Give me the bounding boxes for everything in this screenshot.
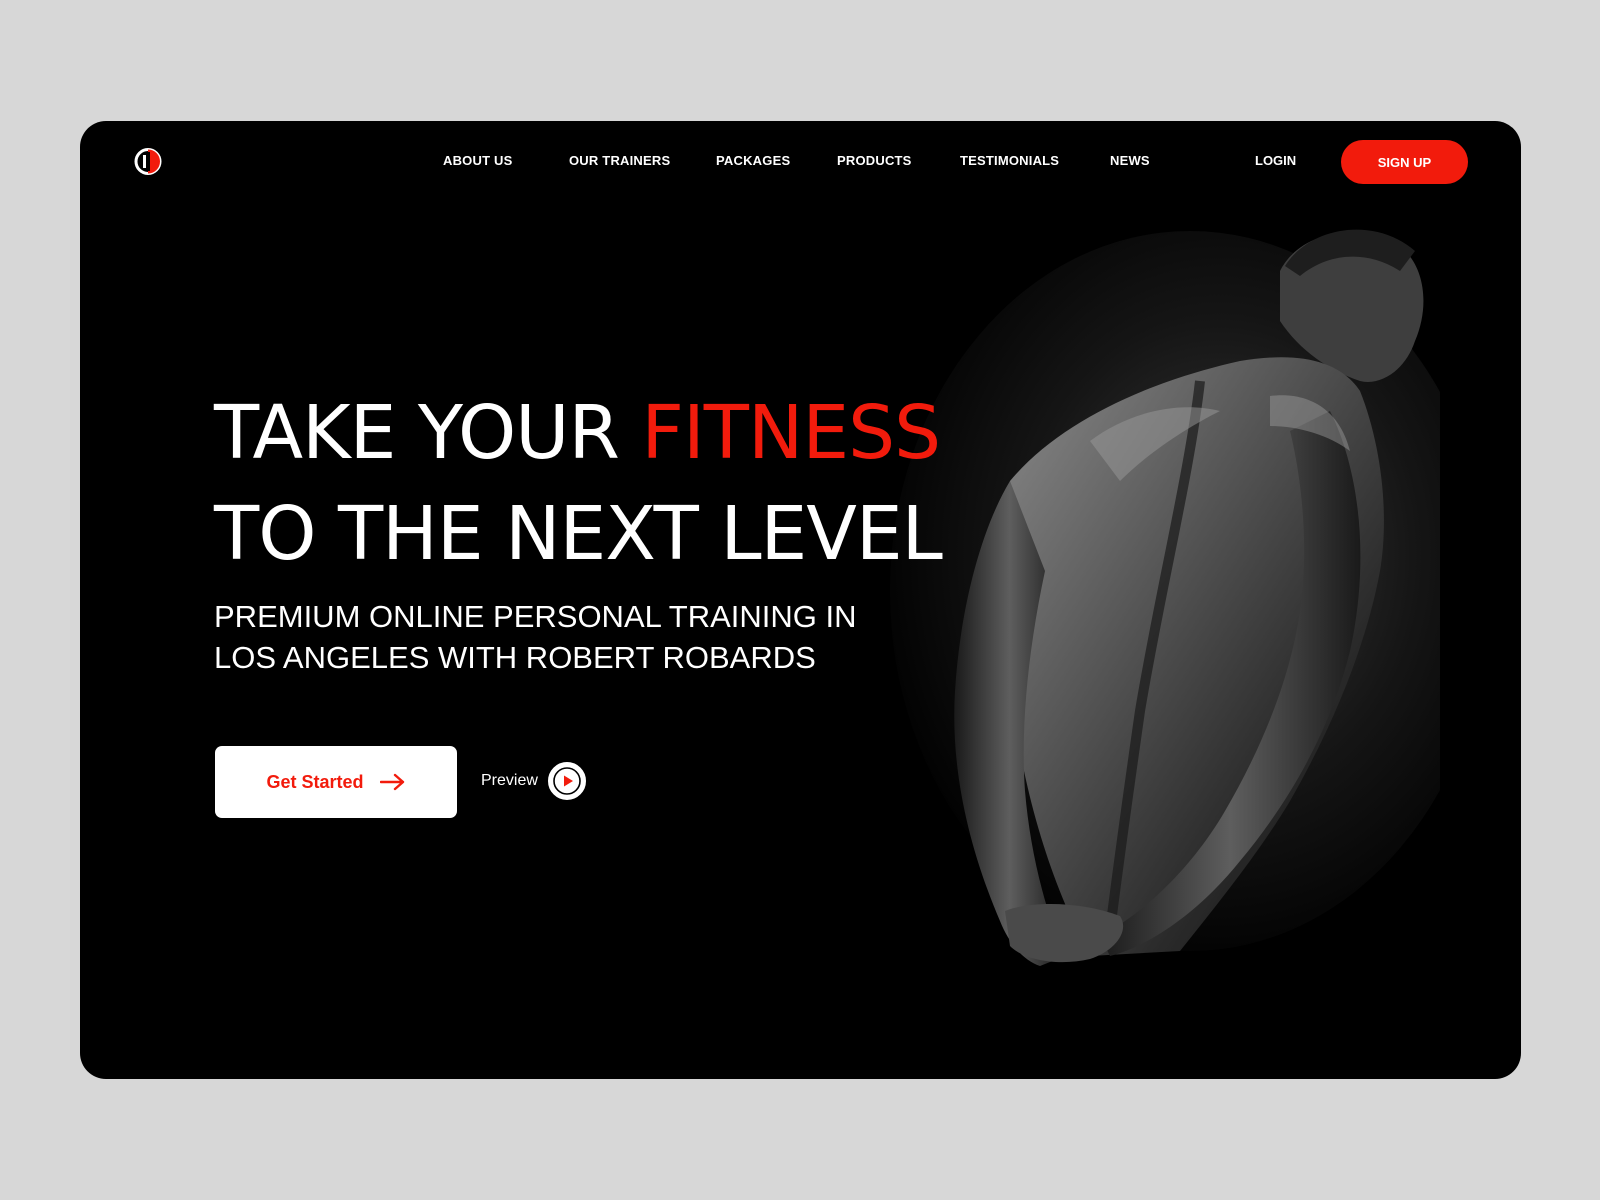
hero-subheading: PREMIUM ONLINE PERSONAL TRAINING IN LOS …	[214, 596, 857, 678]
sign-up-button[interactable]: SIGN UP	[1341, 140, 1468, 184]
login-link[interactable]: LOGIN	[1255, 153, 1296, 168]
headline-accent-text: FITNESS	[641, 390, 941, 476]
nav-link-products[interactable]: PRODUCTS	[837, 153, 912, 168]
arrow-right-icon	[379, 773, 404, 791]
nav-link-our-trainers[interactable]: OUR TRAINERS	[569, 153, 670, 168]
get-started-label: Get Started	[266, 771, 364, 792]
nav-link-news[interactable]: NEWS	[1110, 153, 1150, 168]
headline-text: TAKE YOUR	[214, 390, 642, 476]
preview-label: Preview	[481, 772, 538, 789]
preview-button[interactable]: Preview	[481, 761, 586, 801]
get-started-button[interactable]: Get Started	[215, 746, 457, 818]
nav-link-testimonials[interactable]: TESTIMONIALS	[960, 153, 1059, 168]
hero-headline: TAKE YOUR FITNESS TO THE NEXT LEVEL	[214, 383, 943, 585]
athlete-photo	[890, 229, 1440, 966]
subheading-line1: PREMIUM ONLINE PERSONAL TRAINING IN	[214, 599, 857, 634]
nav-link-about-us[interactable]: ABOUT US	[443, 153, 513, 168]
landing-page-frame: ABOUT US OUR TRAINERS PACKAGES PRODUCTS …	[80, 121, 1521, 1079]
play-button[interactable]	[547, 762, 586, 800]
play-icon	[553, 767, 581, 795]
nav-link-packages[interactable]: PACKAGES	[716, 153, 790, 168]
subheading-line2: LOS ANGELES WITH ROBERT ROBARDS	[214, 640, 816, 675]
headline-text-line2: TO THE NEXT LEVEL	[214, 491, 943, 577]
brand-logo-icon[interactable]	[133, 148, 163, 175]
